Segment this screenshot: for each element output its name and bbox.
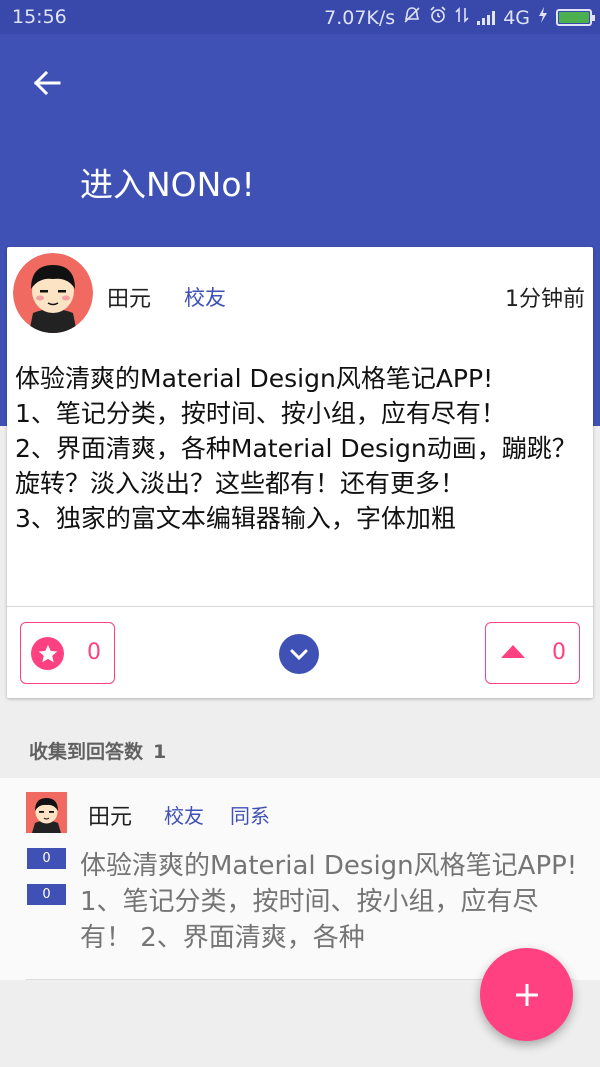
status-time: 15:56 bbox=[12, 6, 67, 28]
back-button[interactable] bbox=[24, 60, 70, 106]
favorite-button[interactable]: 0 bbox=[20, 622, 115, 684]
author-tag: 校友 bbox=[184, 286, 226, 310]
star-icon bbox=[31, 637, 64, 670]
favorite-count: 0 bbox=[87, 640, 101, 665]
answers-count: 1 bbox=[153, 741, 167, 763]
author-avatar[interactable] bbox=[13, 253, 93, 333]
network-speed: 7.07K/s bbox=[324, 6, 396, 29]
network-type: 4G bbox=[503, 6, 530, 29]
upvote-button[interactable]: 0 bbox=[485, 622, 580, 684]
answer-author-avatar[interactable] bbox=[26, 792, 67, 833]
charging-icon bbox=[538, 6, 548, 29]
status-bar: 15:56 7.07K/s 4G bbox=[0, 0, 600, 34]
question-body: 体验清爽的Material Design风格笔记APP! 1、笔记分类，按时间、… bbox=[15, 364, 577, 533]
battery-icon bbox=[556, 9, 595, 26]
page-title: 进入NONo! bbox=[80, 165, 255, 204]
answers-header-label: 收集到回答数 bbox=[29, 741, 144, 763]
back-arrow-icon bbox=[33, 70, 61, 96]
divider bbox=[7, 606, 593, 607]
upvote-count: 0 bbox=[552, 640, 566, 665]
signal-icon bbox=[477, 10, 496, 25]
expand-button[interactable] bbox=[279, 634, 319, 674]
battery-level bbox=[559, 12, 589, 23]
answer-author-name[interactable]: 田元 bbox=[88, 799, 132, 831]
answer-vote-badge: 0 bbox=[27, 848, 66, 869]
mute-icon bbox=[403, 6, 421, 29]
answer-author-tag: 校友 bbox=[164, 804, 204, 828]
question-card: 田元 校友 1分钟前 体验清爽的Material Design风格笔记APP! … bbox=[7, 247, 593, 698]
upvote-triangle-icon bbox=[501, 645, 525, 658]
answer-vote-badge-2: 0 bbox=[27, 884, 66, 905]
post-time: 1分钟前 bbox=[505, 287, 585, 312]
answer-author-tag-2: 同系 bbox=[230, 804, 270, 828]
answer-excerpt: 体验清爽的Material Design风格笔记APP! 1、笔记分类，按时间、… bbox=[80, 851, 578, 953]
answers-header: 收集到回答数 1 bbox=[29, 737, 166, 764]
status-icons: 7.07K/s 4G bbox=[324, 6, 595, 29]
chevron-down-icon bbox=[290, 649, 308, 661]
plus-icon bbox=[515, 983, 538, 1006]
alarm-icon bbox=[429, 6, 447, 29]
data-transfer-icon bbox=[455, 6, 469, 29]
author-name[interactable]: 田元 bbox=[107, 281, 151, 313]
add-answer-fab[interactable] bbox=[480, 948, 573, 1041]
